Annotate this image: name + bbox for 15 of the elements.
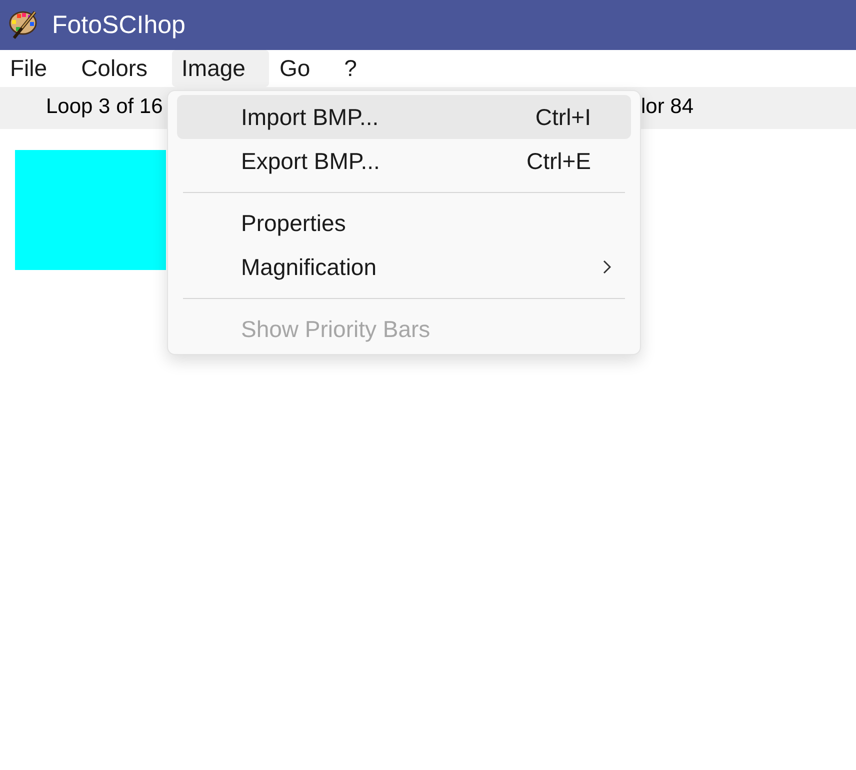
menu-bar-item[interactable]: Go — [269, 50, 334, 87]
menu-item[interactable]: Properties — [177, 201, 631, 245]
window-title: FotoSCIhop — [52, 12, 186, 38]
keyboard-shortcut: Ctrl+E — [526, 150, 591, 172]
menu-item[interactable]: Export BMP... Ctrl+E — [177, 139, 631, 183]
menu-item[interactable]: Magnification — [177, 245, 631, 289]
menu-bar-item[interactable]: Image — [172, 50, 270, 87]
status-text: Loop 3 of 16 — [46, 94, 163, 118]
status-text: lor 84 — [641, 94, 694, 118]
keyboard-shortcut: Ctrl+I — [535, 106, 591, 128]
chevron-right-icon — [603, 260, 611, 274]
menu-item[interactable]: Import BMP... Ctrl+I — [177, 95, 631, 139]
menu-bar-item[interactable]: Colors — [71, 50, 172, 87]
menu-bar-item[interactable]: File — [0, 50, 72, 87]
menu-bar-item[interactable]: ? — [334, 50, 381, 87]
